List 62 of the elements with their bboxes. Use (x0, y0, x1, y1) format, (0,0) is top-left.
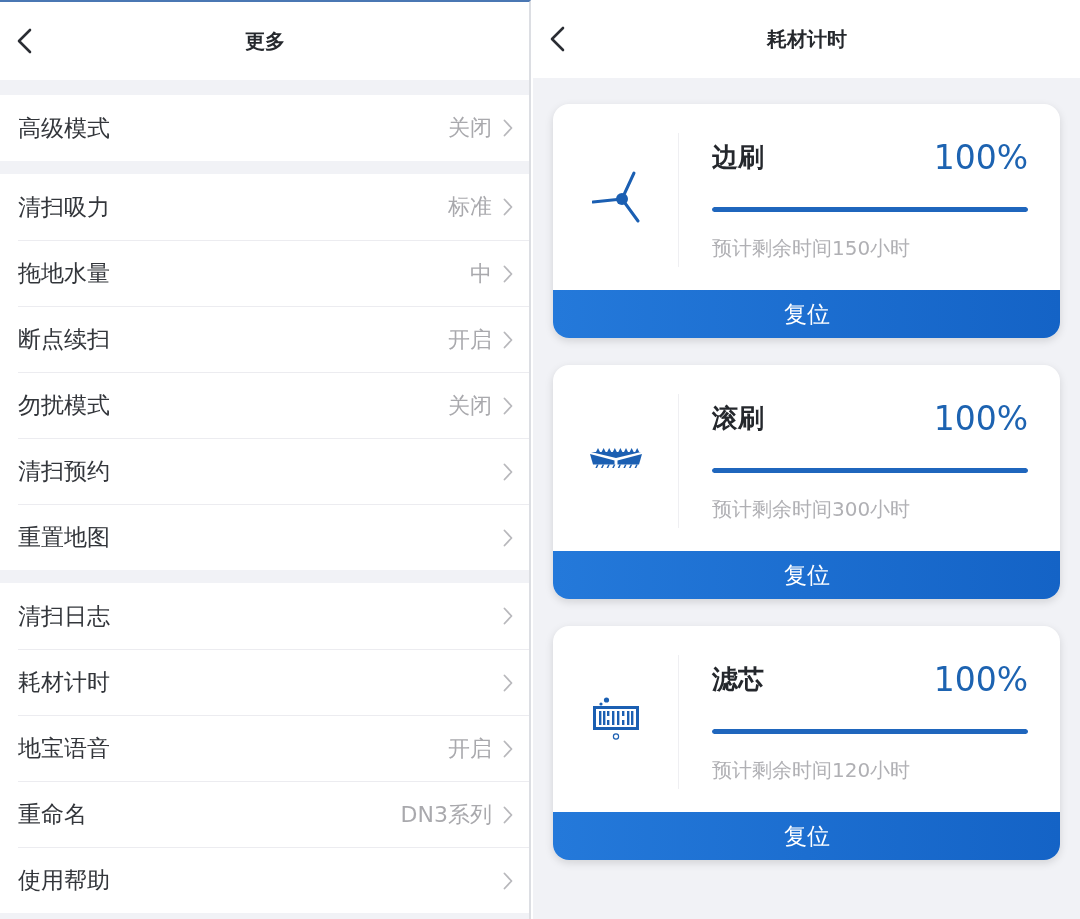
setting-label: 耗材计时 (18, 668, 110, 697)
percent-reading: 100% (933, 659, 1028, 699)
settings-row[interactable]: 耗材计时 (0, 649, 529, 715)
settings-row[interactable]: 地宝语音 开启 (0, 715, 529, 781)
three-arm-brush-icon (591, 171, 640, 223)
setting-value: 关闭 (448, 391, 492, 420)
chevron-icon (503, 119, 513, 137)
settings-row[interactable]: 清扫预约 (0, 438, 529, 504)
setting-label: 重命名 (18, 800, 87, 829)
chevron-icon (503, 607, 513, 625)
part-name: 边刷 (712, 140, 764, 174)
reset-button[interactable]: 复位 (553, 290, 1060, 338)
setting-value: 开启 (448, 734, 492, 763)
setting-label: 勿扰模式 (18, 391, 110, 420)
remaining-time-text: 预计剩余时间300小时 (712, 496, 912, 523)
setting-label: 地宝语音 (18, 734, 110, 763)
chevron-icon (503, 673, 513, 692)
reset-button[interactable]: 复位 (553, 812, 1060, 860)
chevron-icon (503, 396, 513, 415)
settings-row[interactable]: 重命名 DN3系列 (0, 781, 529, 847)
setting-value: 开启 (448, 325, 492, 354)
chevron-icon (503, 739, 513, 758)
settings-row[interactable]: 高级模式 关闭 (0, 95, 529, 161)
part-name: 滚刷 (712, 401, 764, 435)
reset-button[interactable]: 复位 (553, 551, 1060, 599)
part-name: 滤芯 (712, 662, 764, 696)
chevron-icon (503, 462, 513, 481)
roller-brush-icon (588, 447, 643, 469)
setting-label: 拖地水量 (18, 259, 110, 288)
setting-label: 使用帮助 (18, 866, 110, 895)
chevron-icon (503, 330, 513, 349)
settings-row[interactable]: 勿扰模式 关闭 (0, 372, 529, 438)
setting-label: 清扫吸力 (18, 192, 110, 222)
chevron-icon (503, 198, 513, 216)
chevron-icon (503, 528, 513, 547)
settings-row[interactable]: 重置地图 (0, 504, 529, 570)
setting-value: 关闭 (448, 114, 492, 142)
remaining-time-text: 预计剩余时间120小时 (712, 757, 912, 784)
setting-value: 标准 (448, 193, 492, 221)
back-icon[interactable] (16, 28, 32, 54)
back-icon[interactable] (549, 26, 565, 52)
setting-label: 重置地图 (18, 523, 110, 552)
chevron-icon (503, 264, 513, 283)
percent-reading: 100% (933, 398, 1028, 438)
chevron-icon (503, 805, 513, 824)
page-title: 耗材计时 (766, 25, 847, 53)
page-title: 更多 (244, 27, 285, 55)
setting-value: 中 (470, 259, 492, 288)
settings-row[interactable]: 清扫日志 (0, 583, 529, 649)
setting-label: 高级模式 (18, 113, 110, 143)
chevron-icon (503, 871, 513, 890)
filter-icon (592, 697, 639, 741)
settings-row[interactable]: 清扫吸力 标准 (0, 174, 529, 240)
settings-row[interactable]: 拖地水量 中 (0, 240, 529, 306)
settings-row[interactable]: 断点续扫 开启 (0, 306, 529, 372)
remaining-time-text: 预计剩余时间150小时 (712, 235, 912, 262)
percent-reading: 100% (933, 137, 1028, 177)
setting-label: 断点续扫 (18, 325, 110, 354)
setting-label: 清扫预约 (18, 457, 110, 486)
setting-value: DN3系列 (400, 800, 492, 829)
setting-label: 清扫日志 (18, 601, 110, 631)
settings-row[interactable]: 使用帮助 (0, 847, 529, 913)
